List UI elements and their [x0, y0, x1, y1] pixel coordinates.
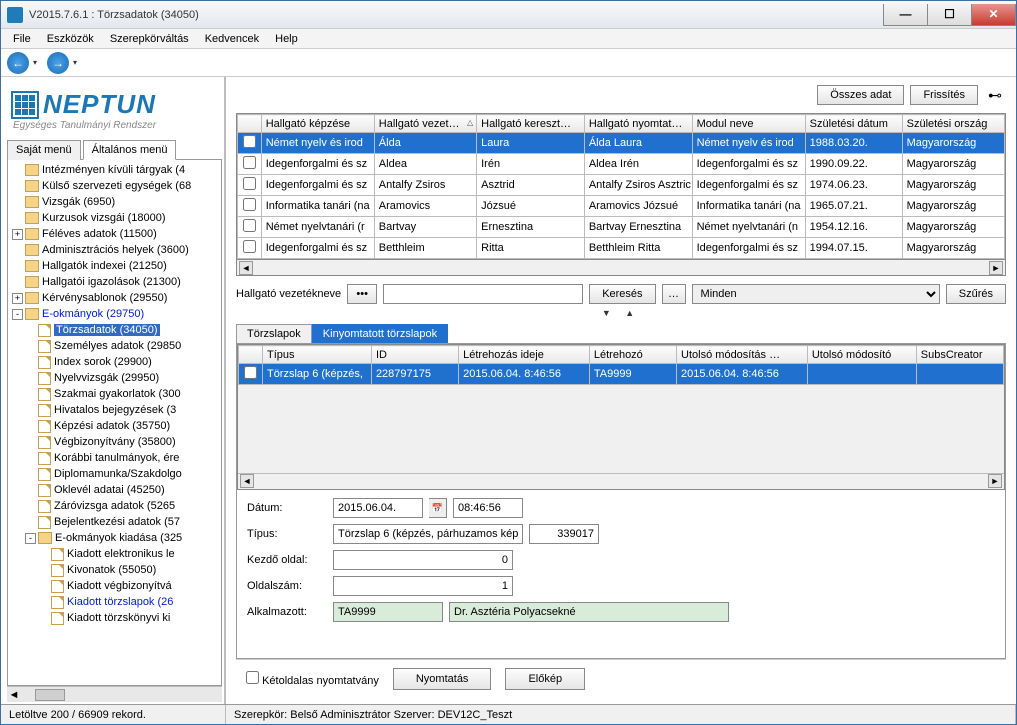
startpage-input[interactable] [333, 550, 513, 570]
type-input[interactable] [333, 524, 523, 544]
app-icon [7, 7, 23, 23]
minimize-button[interactable]: — [883, 4, 928, 26]
logo: NEPTUN Egységes Tanulmányi Rendszer [11, 89, 218, 131]
employee-label: Alkalmazott: [247, 606, 327, 618]
tree-item[interactable]: Nyelvvizsgák (29950) [8, 370, 221, 386]
menu-help[interactable]: Help [269, 31, 304, 47]
nav-back-dropdown[interactable]: ▾ [33, 58, 43, 67]
tree-item[interactable]: Adminisztrációs helyek (3600) [8, 242, 221, 258]
maximize-button[interactable]: ☐ [927, 4, 972, 26]
detail-grid[interactable]: TípusIDLétrehozás idejeLétrehozóUtolsó m… [237, 344, 1005, 490]
duplex-checkbox-label[interactable]: Kétoldalas nyomtatvány [246, 671, 379, 687]
students-grid[interactable]: Hallgató képzéseHallgató vezet…△Hallgató… [236, 113, 1006, 260]
date-label: Dátum: [247, 502, 327, 514]
preview-button[interactable]: Előkép [505, 668, 585, 690]
time-input[interactable] [453, 498, 523, 518]
menu-tree[interactable]: Intézményen kívüli tárgyak (4Külső szerv… [7, 160, 222, 686]
tree-item[interactable]: Hallgatók indexei (21250) [8, 258, 221, 274]
tree-item[interactable]: Kivonatok (55050) [8, 562, 221, 578]
pin-icon[interactable]: ⊷ [984, 87, 1006, 104]
tree-item[interactable]: Kiadott végbizonyítvá [8, 578, 221, 594]
startpage-label: Kezdő oldal: [247, 554, 327, 566]
search-field-picker[interactable]: ••• [347, 284, 377, 304]
tree-item[interactable]: Bejelentkezési adatok (57 [8, 514, 221, 530]
nav-forward-dropdown[interactable]: ▾ [73, 58, 83, 67]
tab-own-menu[interactable]: Saját menü [7, 140, 81, 160]
filter-button[interactable]: Szűrés [946, 284, 1006, 304]
menu-favorites[interactable]: Kedvencek [199, 31, 265, 47]
menu-file[interactable]: File [7, 31, 37, 47]
nav-forward-button[interactable]: → [47, 52, 69, 74]
pagecount-label: Oldalszám: [247, 580, 327, 592]
tree-item[interactable]: Oklevél adatai (45250) [8, 482, 221, 498]
detail-grid-scrollbar[interactable]: ◄► [238, 473, 1004, 489]
menu-bar: File Eszközök Szerepkörváltás Kedvencek … [1, 29, 1016, 49]
employee-code [333, 602, 443, 622]
tree-item[interactable]: Index sorok (29900) [8, 354, 221, 370]
tree-item[interactable]: Diplomamunka/Szakdolgo [8, 466, 221, 482]
tree-item[interactable]: Végbizonyítvány (35800) [8, 434, 221, 450]
employee-name [449, 602, 729, 622]
pagecount-input[interactable] [333, 576, 513, 596]
filter-select[interactable]: Minden [692, 284, 940, 304]
date-picker-icon[interactable]: 📅 [429, 498, 447, 518]
menu-tools[interactable]: Eszközök [41, 31, 100, 47]
tree-item[interactable]: Intézményen kívüli tárgyak (4 [8, 162, 221, 178]
search-label: Hallgató vezetékneve [236, 288, 341, 300]
tree-item[interactable]: Kiadott törzslapok (26 [8, 594, 221, 610]
search-button[interactable]: Keresés [589, 284, 655, 304]
print-button[interactable]: Nyomtatás [393, 668, 492, 690]
tree-item[interactable]: Vizsgák (6950) [8, 194, 221, 210]
tree-item[interactable]: Korábbi tanulmányok, ére [8, 450, 221, 466]
search-input[interactable] [383, 284, 583, 304]
tree-item[interactable]: Kurzusok vizsgái (18000) [8, 210, 221, 226]
tree-item[interactable]: Kiadott törzskönyvi ki [8, 610, 221, 626]
tree-item[interactable]: Kiadott elektronikus le [8, 546, 221, 562]
tree-item[interactable]: -E-okmányok kiadása (325 [8, 530, 221, 546]
splitter-arrows[interactable]: ▼ ▲ [236, 308, 1006, 318]
tree-item[interactable]: +Féléves adatok (11500) [8, 226, 221, 242]
tree-item[interactable]: Záróvizsga adatok (5265 [8, 498, 221, 514]
tab-general-menu[interactable]: Általános menü [83, 140, 177, 160]
tree-item[interactable]: Személyes adatok (29850 [8, 338, 221, 354]
duplex-checkbox[interactable] [246, 671, 259, 684]
menu-role[interactable]: Szerepkörváltás [104, 31, 195, 47]
tab-torzslapok[interactable]: Törzslapok [236, 324, 312, 343]
tab-printed-torzslapok[interactable]: Kinyomtatott törzslapok [312, 324, 448, 343]
window-title: V2015.7.6.1 : Törzsadatok (34050) [29, 9, 199, 21]
date-input[interactable] [333, 498, 423, 518]
tree-item[interactable]: Szakmai gyakorlatok (300 [8, 386, 221, 402]
tree-item[interactable]: Külső szervezeti egységek (68 [8, 178, 221, 194]
close-button[interactable]: ✕ [971, 4, 1016, 26]
tree-item[interactable]: -E-okmányok (29750) [8, 306, 221, 322]
nav-back-button[interactable]: ← [7, 52, 29, 74]
tree-item[interactable]: Hallgatói igazolások (21300) [8, 274, 221, 290]
tree-item[interactable]: Képzési adatok (35750) [8, 418, 221, 434]
type-id-input[interactable] [529, 524, 599, 544]
tree-item[interactable]: Törzsadatok (34050) [8, 322, 221, 338]
search-more-button[interactable]: … [662, 284, 686, 304]
all-data-button[interactable]: Összes adat [817, 85, 904, 105]
tree-item[interactable]: +Kérvénysablonok (29550) [8, 290, 221, 306]
refresh-button[interactable]: Frissítés [910, 85, 978, 105]
type-label: Típus: [247, 528, 327, 540]
status-record-count: Letöltve 200 / 66909 rekord. [1, 705, 226, 724]
grid-horizontal-scrollbar[interactable]: ◄► [236, 260, 1006, 276]
status-role-server: Szerepkör: Belső Adminisztrátor Szerver:… [226, 705, 1016, 724]
tree-item[interactable]: Hivatalos bejegyzések (3 [8, 402, 221, 418]
tree-scrollbar[interactable]: ◄ [7, 686, 222, 702]
